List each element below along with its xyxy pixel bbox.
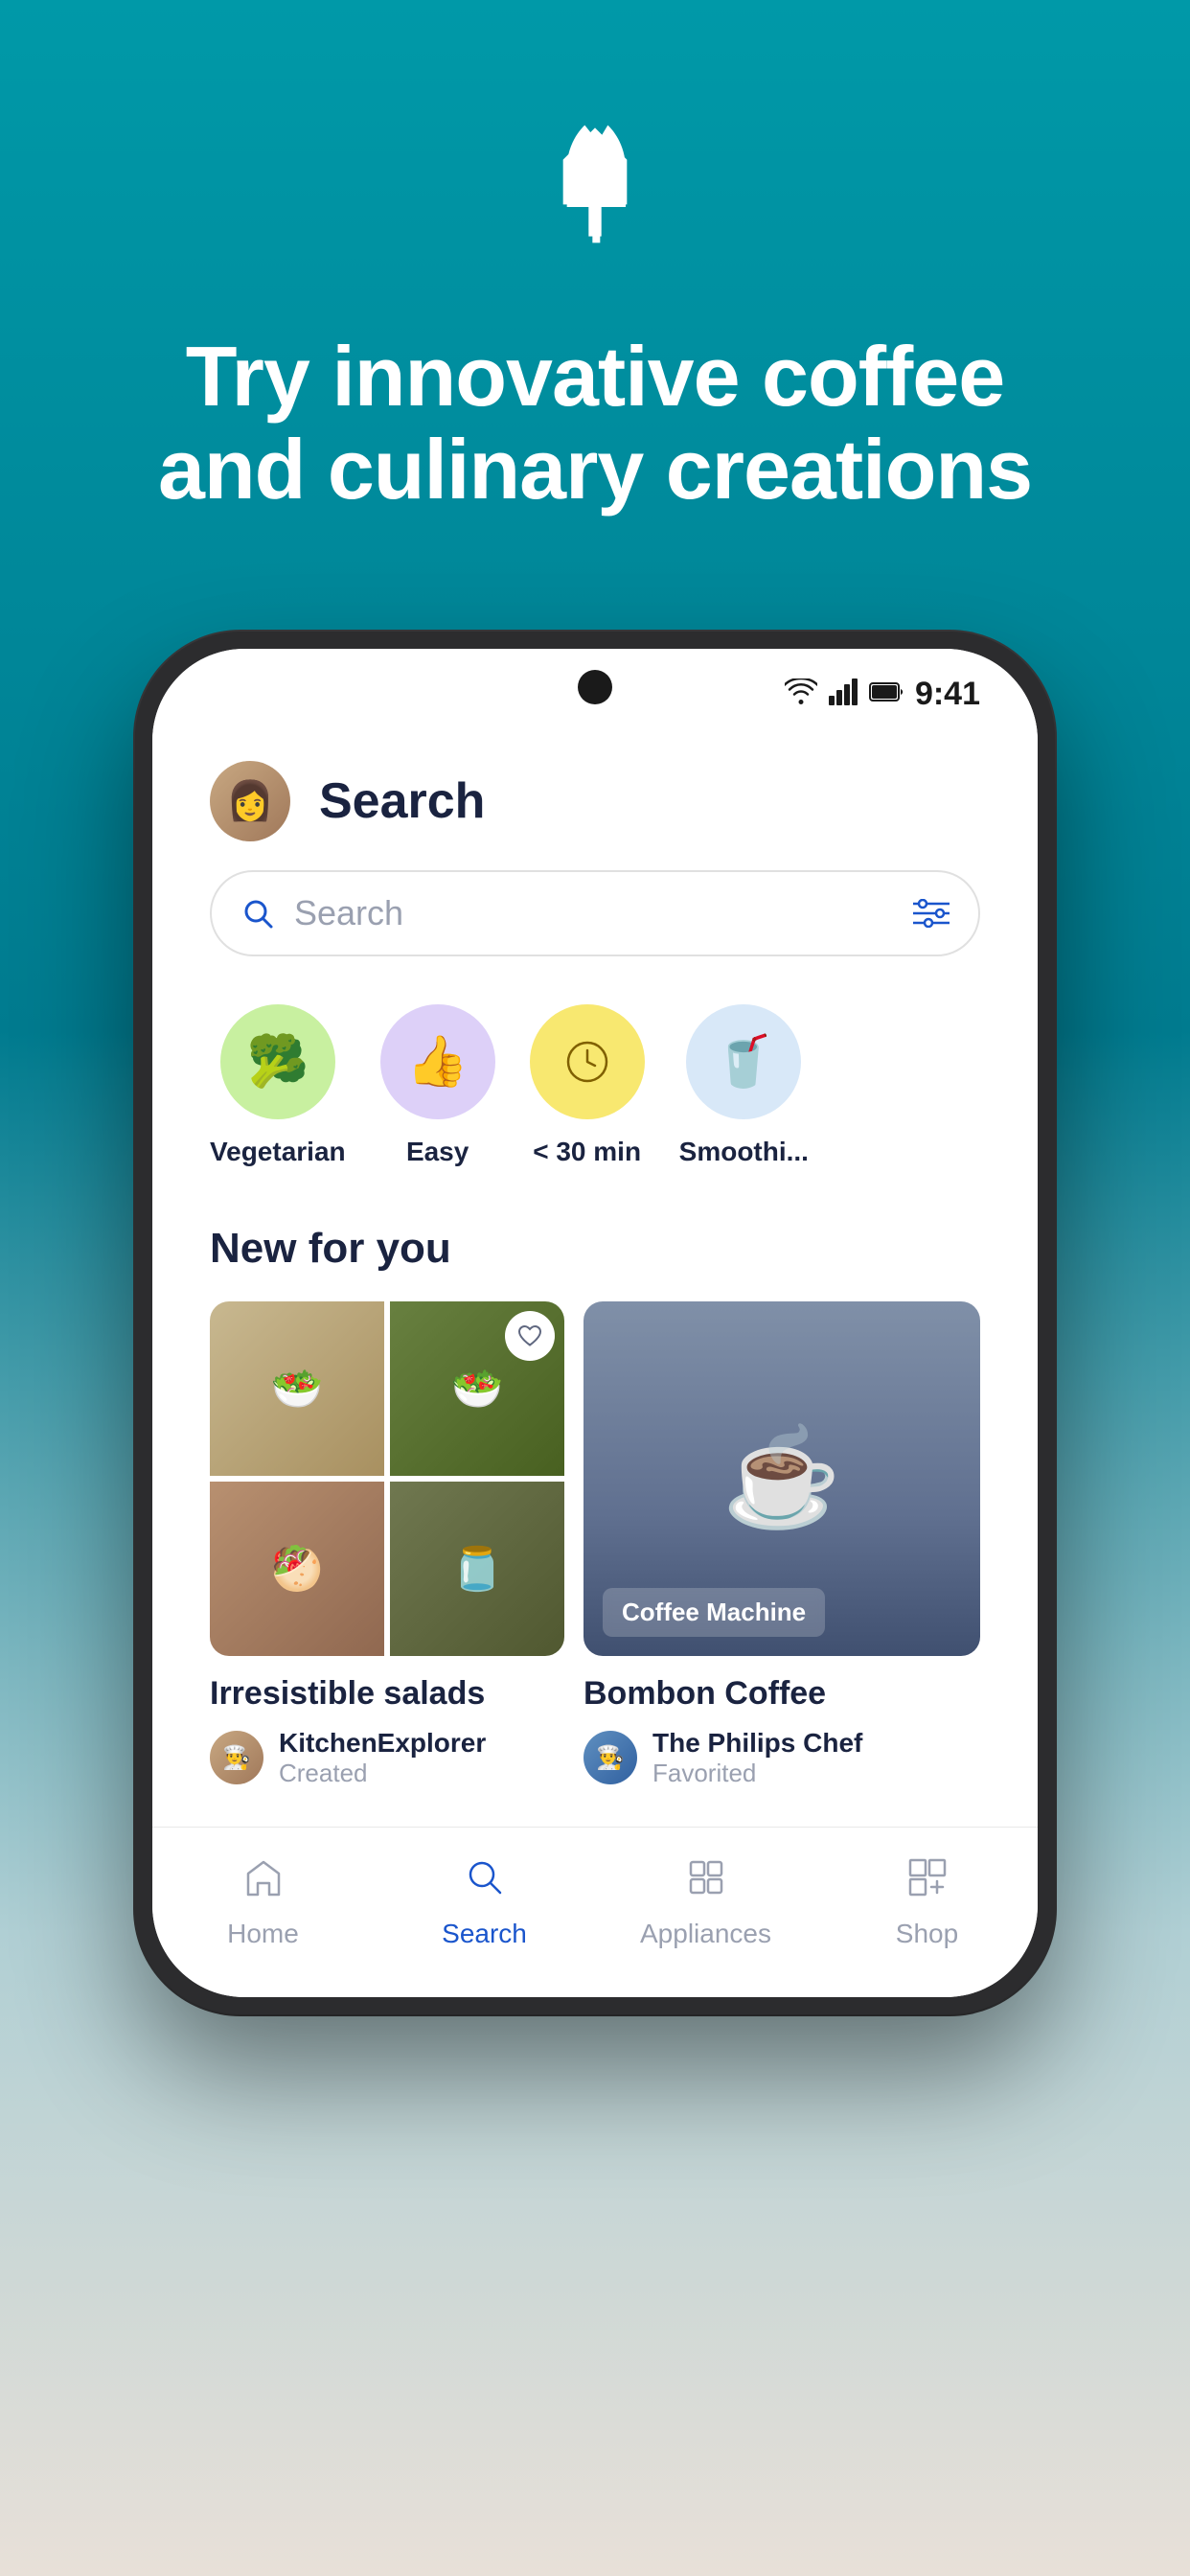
cards-row: 🥗 🥗 🥙 <box>210 1301 980 1788</box>
coffee-user-row: 👨‍🍳 The Philips Chef Favorited <box>584 1728 980 1788</box>
category-label-smoothie: Smoothi... <box>679 1137 809 1167</box>
wifi-icon <box>785 678 817 710</box>
salads-user-row: 👨‍🍳 KitchenExplorer Created <box>210 1728 564 1788</box>
appliances-icon <box>685 1856 727 1909</box>
search-icon <box>240 896 275 931</box>
app-logo <box>528 115 662 331</box>
user-avatar[interactable]: 👩 <box>210 761 290 841</box>
nav-appliances[interactable]: Appliances <box>595 1856 816 1949</box>
app-header: 👩 Search <box>210 723 980 870</box>
philips-chef-info: The Philips Chef Favorited <box>652 1728 862 1788</box>
kitchen-explorer-name: KitchenExplorer <box>279 1728 486 1759</box>
avatar-emoji: 👩 <box>226 778 274 823</box>
salads-title: Irresistible salads <box>210 1675 564 1713</box>
coffee-title: Bombon Coffee <box>584 1675 980 1713</box>
hero-section: Try innovative coffee and culinary creat… <box>0 0 1190 574</box>
card-coffee[interactable]: ☕ Coffee Machine Bombon Coffee 👨‍🍳 The P… <box>584 1301 980 1788</box>
bottom-navigation: Home Search <box>152 1827 1038 1997</box>
hero-title: Try innovative coffee and culinary creat… <box>101 331 1089 517</box>
category-circle-vegetarian: 🥦 <box>220 1004 335 1119</box>
salads-grid: 🥗 🥗 🥙 <box>210 1301 564 1656</box>
coffee-machine-tag: Coffee Machine <box>603 1588 825 1637</box>
coffee-card-image: ☕ Coffee Machine <box>584 1301 980 1656</box>
category-label-easy: Easy <box>406 1137 469 1167</box>
nav-shop[interactable]: Shop <box>816 1856 1038 1949</box>
search-placeholder: Search <box>294 893 894 933</box>
category-easy[interactable]: 👍 Easy <box>380 1004 495 1167</box>
category-label-30min: < 30 min <box>533 1137 641 1167</box>
phone-inner-screen: 9:41 👩 Search <box>152 649 1038 1997</box>
page-title: Search <box>319 772 485 830</box>
salad-thumb-4: 🫙 <box>390 1482 564 1656</box>
filter-icon[interactable] <box>913 899 950 928</box>
category-smoothie[interactable]: 🥤 Smoothi... <box>679 1004 809 1167</box>
philips-chef-action: Favorited <box>652 1759 862 1788</box>
home-icon <box>242 1856 285 1909</box>
kitchen-explorer-action: Created <box>279 1759 486 1788</box>
app-content: 👩 Search Search <box>152 723 1038 1827</box>
kitchen-explorer-info: KitchenExplorer Created <box>279 1728 486 1788</box>
card-salads[interactable]: 🥗 🥗 🥙 <box>210 1301 564 1788</box>
status-time: 9:41 <box>915 676 980 713</box>
category-30min[interactable]: < 30 min <box>530 1004 645 1167</box>
categories-row: 🥦 Vegetarian 👍 Easy <box>210 1004 980 1167</box>
signal-icon <box>829 678 858 710</box>
category-circle-30min <box>530 1004 645 1119</box>
category-circle-easy: 👍 <box>380 1004 495 1119</box>
salad-thumb-2: 🥗 <box>390 1301 564 1476</box>
battery-icon <box>869 681 904 707</box>
home-label: Home <box>227 1919 299 1949</box>
shop-label: Shop <box>896 1919 958 1949</box>
nav-home[interactable]: Home <box>152 1856 374 1949</box>
category-label-vegetarian: Vegetarian <box>210 1137 346 1167</box>
philips-chef-avatar: 👨‍🍳 <box>584 1731 637 1784</box>
nav-search[interactable]: Search <box>374 1856 595 1949</box>
category-vegetarian[interactable]: 🥦 Vegetarian <box>210 1004 346 1167</box>
kitchen-explorer-avatar: 👨‍🍳 <box>210 1731 263 1784</box>
shop-icon <box>906 1856 949 1909</box>
phone-outer-frame: 9:41 👩 Search <box>135 632 1055 2014</box>
phone-mockup: 9:41 👩 Search <box>135 632 1055 2014</box>
appliances-label: Appliances <box>640 1919 771 1949</box>
search-bar[interactable]: Search <box>210 870 980 956</box>
heart-button[interactable] <box>505 1311 555 1361</box>
philips-chef-name: The Philips Chef <box>652 1728 862 1759</box>
search-nav-icon <box>464 1856 506 1909</box>
status-bar: 9:41 <box>152 649 1038 723</box>
search-label: Search <box>442 1919 527 1949</box>
salad-thumb-3: 🥙 <box>210 1482 384 1656</box>
coffee-card-info: Bombon Coffee 👨‍🍳 The Philips Chef Favor… <box>584 1675 980 1788</box>
category-circle-smoothie: 🥤 <box>686 1004 801 1119</box>
salads-card-info: Irresistible salads 👨‍🍳 KitchenExplorer … <box>210 1675 564 1788</box>
status-icons: 9:41 <box>785 676 980 713</box>
section-title-new: New for you <box>210 1225 980 1273</box>
salad-thumb-1: 🥗 <box>210 1301 384 1476</box>
camera-notch <box>578 670 612 704</box>
